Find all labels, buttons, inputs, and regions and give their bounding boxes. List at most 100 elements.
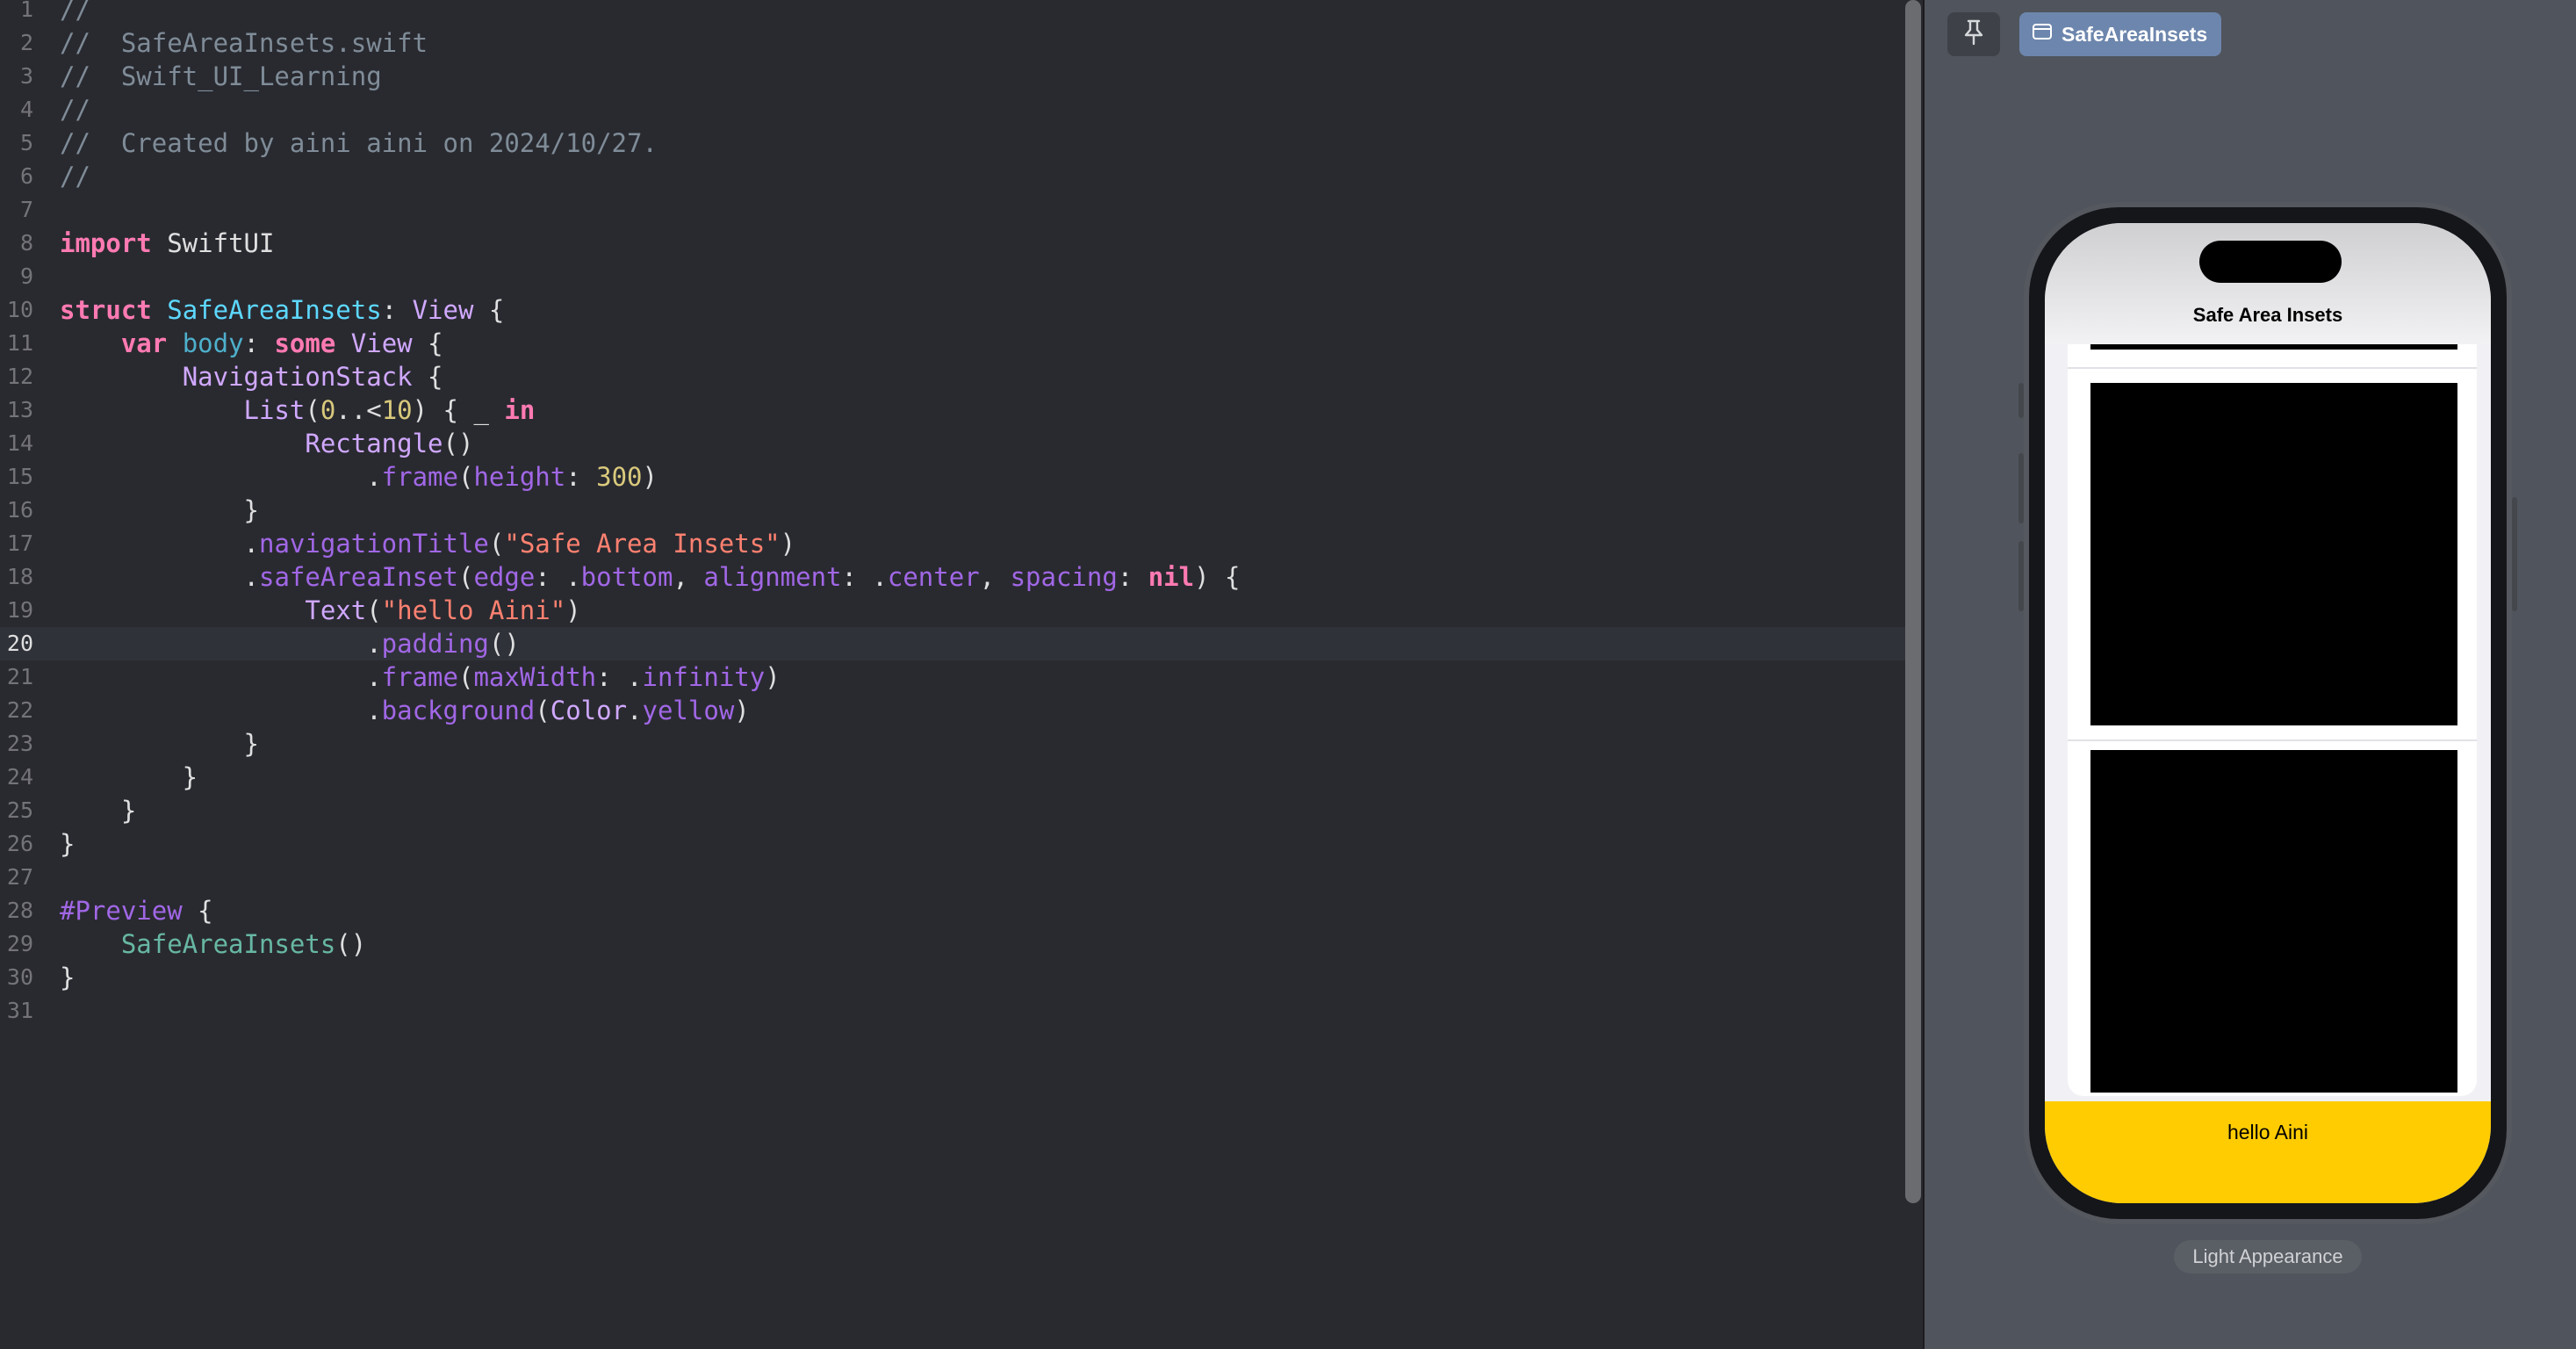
code-line[interactable]: 14 Rectangle() [0,427,1905,460]
code-line[interactable]: 28 #Preview { [0,894,1905,927]
appearance-variant-label[interactable]: Light Appearance [2174,1240,2362,1273]
code-line[interactable]: 3 // Swift_UI_Learning [0,60,1905,93]
line-number: 19 [6,597,33,623]
iphone-device-frame: Safe Area Insets hello Aini [2018,202,2517,1224]
code-text: List(0..<10) { _ in [60,393,536,427]
line-number: 1 [19,0,33,22]
editor-scrollbar[interactable] [1905,0,1921,1203]
code-line[interactable]: 24 } [0,761,1905,794]
code-line[interactable]: 16 } [0,494,1905,527]
code-token: . [60,462,382,492]
code-line[interactable]: 30} [0,961,1905,994]
code-token: frame [381,662,458,692]
code-token: . [60,629,382,659]
code-line[interactable]: 2 // SafeAreaInsets.swift [0,26,1905,60]
code-line[interactable]: 22 .background(Color.yellow) [0,694,1905,727]
code-text: .navigationTitle("Safe Area Insets") [60,527,796,560]
code-line[interactable]: 20 .padding() [0,627,1905,660]
preview-canvas: SafeAreaInsets Safe Area Insets hello Ai… [1925,0,2576,1349]
preview-tab[interactable]: SafeAreaInsets [2019,12,2222,56]
code-line[interactable]: 11 var body: some View { [0,327,1905,360]
code-text: .safeAreaInset(edge: .bottom, alignment:… [60,560,1241,594]
code-line[interactable]: 18 .safeAreaInset(edge: .bottom, alignme… [0,560,1905,594]
line-number: 28 [6,898,33,923]
code-line[interactable]: 21 .frame(maxWidth: .infinity) [0,660,1905,694]
pin-button[interactable] [1947,12,2000,56]
code-line[interactable]: 13 List(0..<10) { _ in [0,393,1905,427]
code-line[interactable]: 25 } [0,794,1905,827]
code-text: // Created by aini aini on 2024/10/27. [60,126,658,160]
code-token: yellow [642,696,735,725]
code-token: in [504,395,536,425]
code-line[interactable]: 1 // [0,0,1905,26]
code-token: frame [381,462,458,492]
code-token: , [979,562,1011,592]
code-token: ) { _ [412,395,505,425]
code-line[interactable]: 10 struct SafeAreaInsets: View { [0,293,1905,327]
line-number: 29 [6,931,33,956]
device-screen[interactable]: Safe Area Insets hello Aini [2045,223,2491,1203]
dynamic-island [2199,241,2342,283]
code-token: } [60,829,76,859]
code-token: maxWidth [473,662,597,692]
code-text: // [60,93,90,126]
line-number: 2 [19,30,33,55]
code-token: struct [60,295,152,325]
code-token: ( [457,662,474,692]
code-token: // [60,0,90,25]
line-number: 9 [19,263,33,289]
code-token: } [60,729,259,759]
navigation-title: Safe Area Insets [2192,304,2343,326]
code-token: height [473,462,566,492]
line-number: 15 [6,464,33,489]
code-line[interactable]: 8 import SwiftUI [0,227,1905,260]
code-text: var body: some View { [60,327,443,360]
code-text: } [60,494,259,527]
line-number: 17 [6,530,33,556]
code-token: List [243,395,306,425]
code-token: () [335,929,367,959]
code-editor[interactable]: 1 // 2 // SafeAreaInsets.swift 3 // Swift_UI_… [0,0,1923,1349]
code-token: SafeAreaInsets [167,295,382,325]
code-token: ) [642,462,658,492]
code-line[interactable]: 4 // [0,93,1905,126]
code-text: struct SafeAreaInsets: View { [60,293,504,327]
code-line[interactable]: 31 [0,994,1905,1028]
code-token: bottom [580,562,673,592]
code-line[interactable]: 15 .frame(height: 300) [0,460,1905,494]
line-number: 22 [6,697,33,723]
window-icon [2032,22,2053,47]
code-line[interactable]: 9 [0,260,1905,293]
code-token: // Created by aini aini on 2024/10/27. [60,128,658,158]
line-number: 31 [6,998,33,1023]
line-number: 26 [6,831,33,856]
code-token: : . [535,562,581,592]
code-token: () [443,429,474,458]
code-token: . [60,662,382,692]
code-line[interactable]: 7 [0,193,1905,227]
code-line[interactable]: 6 // [0,160,1905,193]
side-button [2512,497,2517,611]
code-line[interactable]: 12 NavigationStack { [0,360,1905,393]
code-text: .background(Color.yellow) [60,694,750,727]
code-token: { [473,295,505,325]
code-line[interactable]: 23 } [0,727,1905,761]
code-line[interactable]: 5 // Created by aini aini on 2024/10/27. [0,126,1905,160]
list-view[interactable] [2068,344,2477,1096]
preview-tab-label: SafeAreaInsets [2062,22,2208,46]
code-text: // [60,160,90,193]
line-number: 3 [19,63,33,89]
code-line[interactable]: 29 SafeAreaInsets() [0,927,1905,961]
code-text: import SwiftUI [60,227,274,260]
code-token: SwiftUI [151,228,275,258]
code-line[interactable]: 19 Text("hello Aini") [0,594,1905,627]
code-token: var [120,328,168,358]
code-line[interactable]: 26} [0,827,1905,861]
code-token: import [60,228,152,258]
code-token: ..< [335,395,382,425]
line-number: 16 [6,497,33,523]
code-line[interactable]: 27 [0,861,1905,894]
code-text: .frame(maxWidth: .infinity) [60,660,780,694]
code-line[interactable]: 17 .navigationTitle("Safe Area Insets") [0,527,1905,560]
